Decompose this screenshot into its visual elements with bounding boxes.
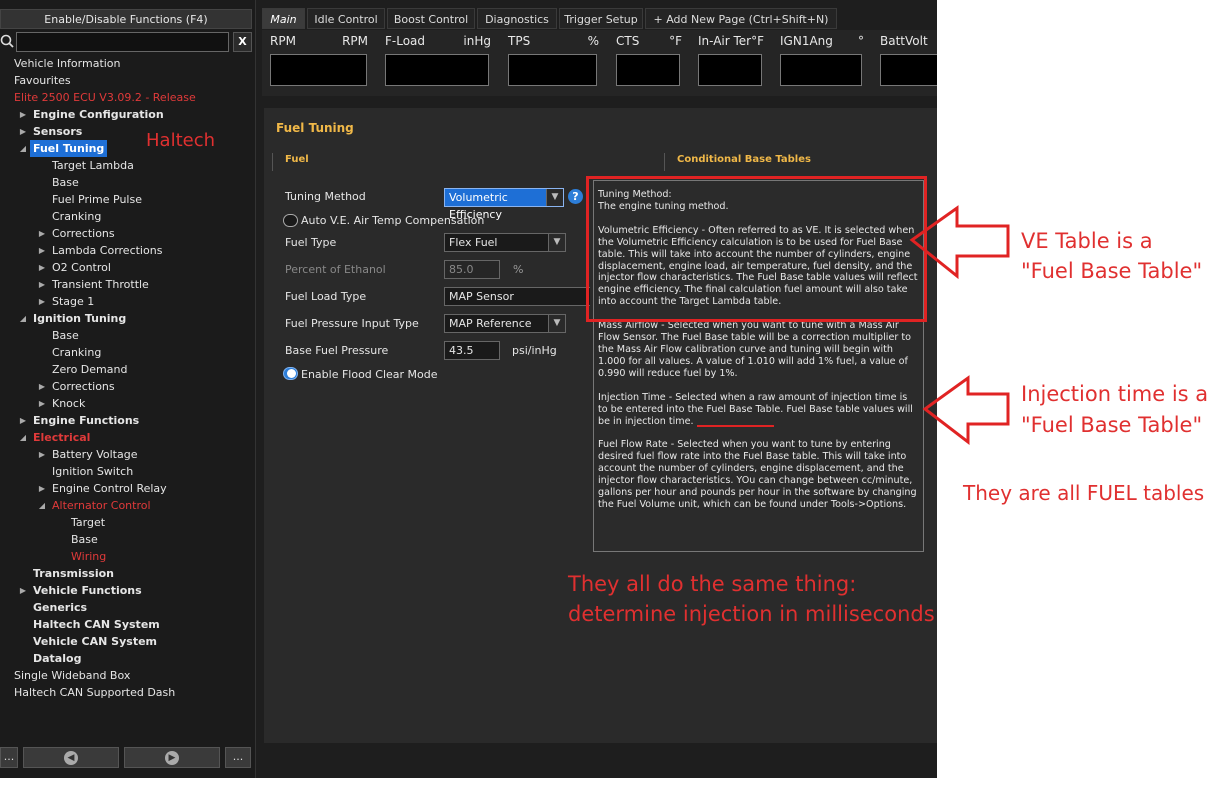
same-thing-annotation: They all do the same thing: determine in… — [568, 569, 935, 629]
injection-arrow-icon — [922, 375, 1010, 446]
ve-arrow-icon — [909, 205, 1010, 280]
same-thing-line1: They all do the same thing: — [568, 572, 857, 596]
ve-annotation-line2: "Fuel Base Table" — [1021, 259, 1203, 283]
injection-annotation: Injection time is a "Fuel Base Table" — [1021, 379, 1208, 441]
injection-annotation-line1: Injection time is a — [1021, 382, 1209, 406]
ve-annotation-line1: VE Table is a — [1021, 229, 1153, 253]
injection-annotation-line2: "Fuel Base Table" — [1021, 413, 1203, 437]
ve-annotation: VE Table is a "Fuel Base Table" — [1021, 226, 1202, 286]
all-fuel-annotation: They are all FUEL tables — [963, 481, 1205, 505]
same-thing-line2: determine injection in milliseconds — [568, 602, 935, 626]
